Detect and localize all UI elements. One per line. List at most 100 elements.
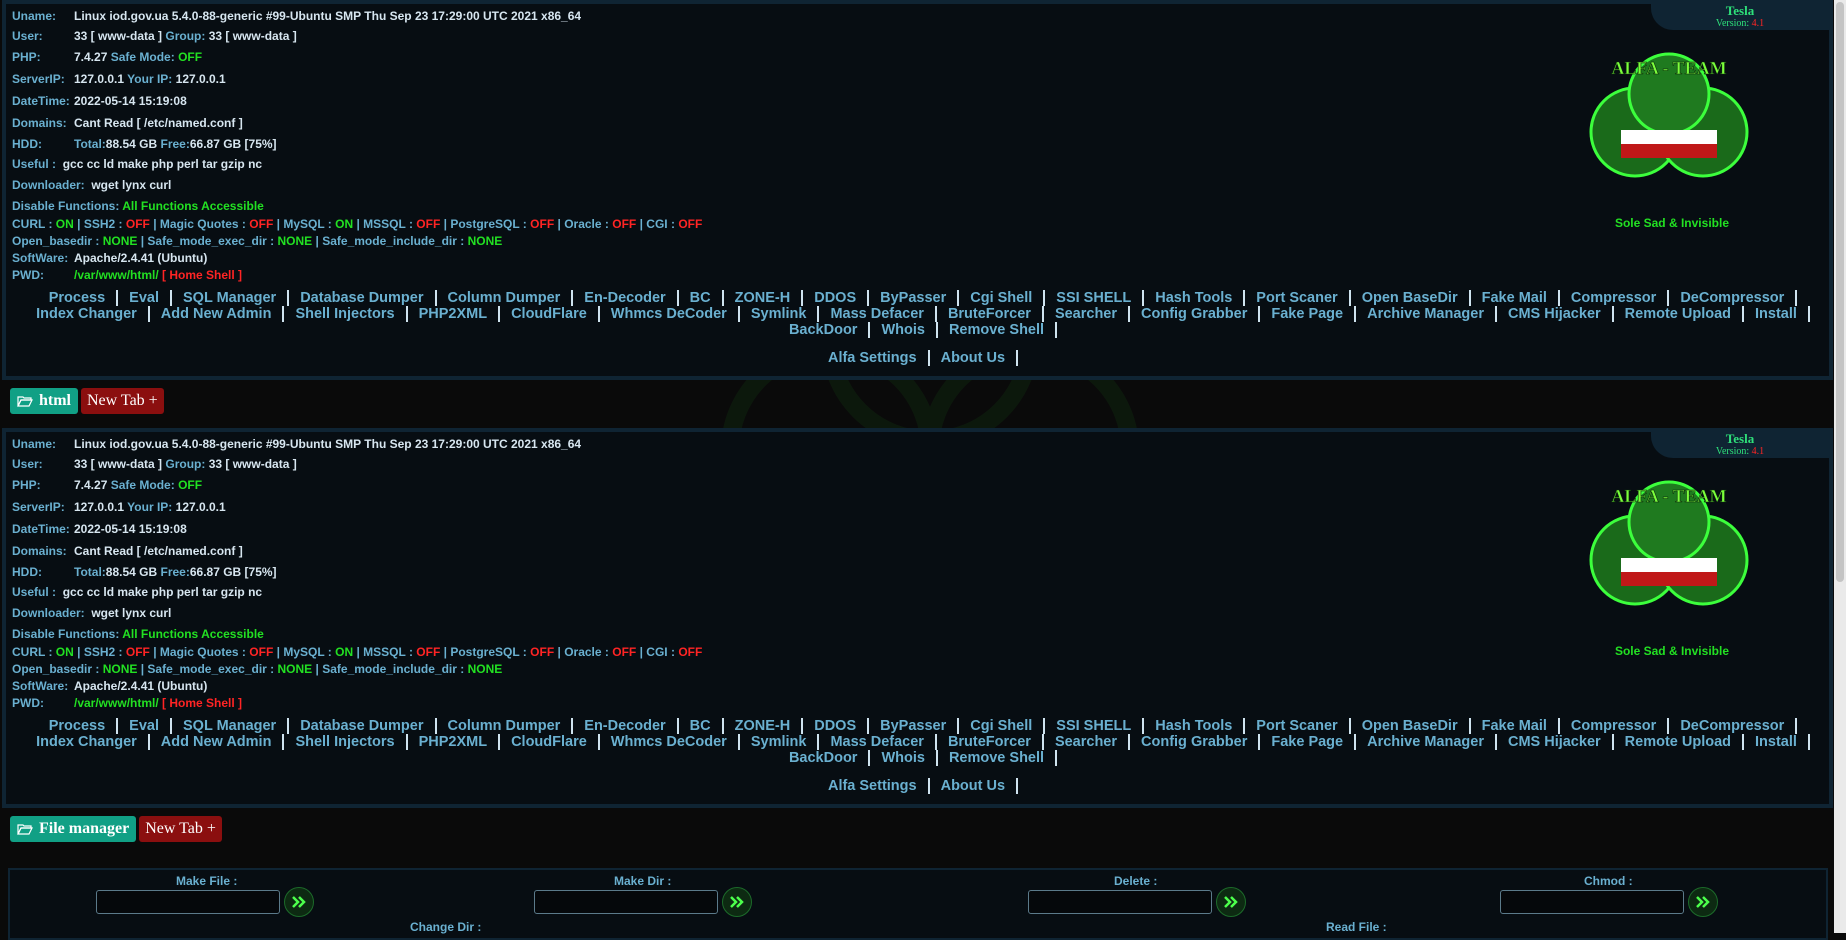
menu-item-install[interactable]: Install [1744, 734, 1810, 750]
version-label: Version: [1715, 18, 1750, 29]
menu-item-mass-defacer[interactable]: Mass Defacer [819, 306, 937, 322]
menu-item-remove-shell[interactable]: Remove Shell [938, 322, 1058, 338]
menu-item-index-changer[interactable]: Index Changer [25, 734, 150, 750]
menu-item-bruteforcer[interactable]: BruteForcer [937, 306, 1044, 322]
home-shell-link[interactable]: [ Home Shell ] [162, 696, 242, 710]
menu-item-mass-defacer[interactable]: Mass Defacer [819, 734, 937, 750]
menu-item-add-new-admin[interactable]: Add New Admin [150, 306, 285, 322]
menu-item-compressor[interactable]: Compressor [1560, 718, 1670, 734]
menu-item-zone-h[interactable]: ZONE-H [724, 290, 804, 306]
menu-item-whmcs-decoder[interactable]: Whmcs DeCoder [600, 734, 740, 750]
menu-item-searcher[interactable]: Searcher [1044, 306, 1131, 322]
menu-item-index-changer[interactable]: Index Changer [25, 306, 150, 322]
home-shell-link[interactable]: [ Home Shell ] [162, 268, 242, 282]
menu-item-about-us[interactable]: About Us [930, 350, 1019, 366]
menu-item-en-decoder[interactable]: En-Decoder [573, 290, 679, 306]
menu-item-symlink[interactable]: Symlink [740, 306, 820, 322]
chmod-go-button[interactable] [1688, 887, 1718, 917]
menu-item-database-dumper[interactable]: Database Dumper [289, 290, 437, 306]
menu-item-add-new-admin[interactable]: Add New Admin [150, 734, 285, 750]
menu-item-port-scaner[interactable]: Port Scaner [1245, 718, 1351, 734]
menu-item-hash-tools[interactable]: Hash Tools [1144, 290, 1246, 306]
make-file-go-button[interactable] [284, 887, 314, 917]
make-dir-go-button[interactable] [722, 887, 752, 917]
menu-item-cgi-shell[interactable]: Cgi Shell [959, 718, 1046, 734]
menu-item-compressor[interactable]: Compressor [1560, 290, 1670, 306]
menu-item-fake-page[interactable]: Fake Page [1260, 734, 1357, 750]
page-scrollbar[interactable] [1834, 0, 1846, 933]
tab-html[interactable]: html [10, 388, 78, 414]
make-dir-input[interactable] [534, 890, 718, 914]
menu-item-port-scaner[interactable]: Port Scaner [1245, 290, 1351, 306]
menu-item-column-dumper[interactable]: Column Dumper [437, 290, 574, 306]
menu-item-php2xml[interactable]: PHP2XML [408, 306, 501, 322]
menu-item-ssi-shell[interactable]: SSI SHELL [1045, 290, 1145, 306]
menu-item-open-basedir[interactable]: Open BaseDir [1351, 290, 1471, 306]
menu-item-whois[interactable]: Whois [870, 322, 938, 338]
tab-file-manager[interactable]: File manager [10, 816, 137, 842]
menu-item-ssi-shell[interactable]: SSI SHELL [1045, 718, 1145, 734]
pwd-path-link[interactable]: /var/www/html/ [74, 696, 159, 710]
menu-item-config-grabber[interactable]: Config Grabber [1130, 734, 1261, 750]
menu-item-database-dumper[interactable]: Database Dumper [289, 718, 437, 734]
menu-item-bypasser[interactable]: ByPasser [869, 290, 960, 306]
menu-item-shell-injectors[interactable]: Shell Injectors [284, 306, 408, 322]
new-tab-button[interactable]: New Tab + [81, 388, 164, 414]
menu-item-shell-injectors[interactable]: Shell Injectors [284, 734, 408, 750]
menu-item-decompressor[interactable]: DeCompressor [1669, 718, 1798, 734]
menu-item-cms-hijacker[interactable]: CMS Hijacker [1497, 734, 1614, 750]
menu-item-cloudflare[interactable]: CloudFlare [500, 306, 600, 322]
scrollbar-thumb[interactable] [1836, 2, 1844, 582]
menu-item-about-us[interactable]: About Us [930, 778, 1019, 794]
menu-item-fake-mail[interactable]: Fake Mail [1471, 718, 1560, 734]
menu-item-remove-shell[interactable]: Remove Shell [938, 750, 1058, 766]
menu-item-sql-manager[interactable]: SQL Manager [172, 290, 290, 306]
make-file-input[interactable] [96, 890, 280, 914]
menu-item-remote-upload[interactable]: Remote Upload [1614, 306, 1744, 322]
separator: | [153, 645, 157, 659]
menu-item-bypasser[interactable]: ByPasser [869, 718, 960, 734]
menu-item-alfa-settings[interactable]: Alfa Settings [817, 350, 930, 366]
menu-item-archive-manager[interactable]: Archive Manager [1356, 306, 1497, 322]
menu-item-cloudflare[interactable]: CloudFlare [500, 734, 600, 750]
menu-item-searcher[interactable]: Searcher [1044, 734, 1131, 750]
menu-item-bruteforcer[interactable]: BruteForcer [937, 734, 1044, 750]
pwd-path-link[interactable]: /var/www/html/ [74, 268, 159, 282]
menu-item-open-basedir[interactable]: Open BaseDir [1351, 718, 1471, 734]
pwd-label: PWD: [12, 696, 44, 710]
menu-item-sql-manager[interactable]: SQL Manager [172, 718, 290, 734]
menu-item-fake-page[interactable]: Fake Page [1260, 306, 1357, 322]
menu-item-fake-mail[interactable]: Fake Mail [1471, 290, 1560, 306]
menu-item-column-dumper[interactable]: Column Dumper [437, 718, 574, 734]
menu-item-archive-manager[interactable]: Archive Manager [1356, 734, 1497, 750]
menu-item-ddos[interactable]: DDOS [803, 290, 870, 306]
menu-item-process[interactable]: Process [38, 718, 119, 734]
new-tab-button[interactable]: New Tab + [139, 816, 222, 842]
menu-item-backdoor[interactable]: BackDoor [778, 750, 871, 766]
menu-item-cms-hijacker[interactable]: CMS Hijacker [1497, 306, 1614, 322]
separator: | [557, 217, 561, 231]
menu-item-bc[interactable]: BC [679, 290, 724, 306]
chmod-input[interactable] [1500, 890, 1684, 914]
menu-item-config-grabber[interactable]: Config Grabber [1130, 306, 1261, 322]
menu-item-eval[interactable]: Eval [118, 718, 172, 734]
menu-item-alfa-settings[interactable]: Alfa Settings [817, 778, 930, 794]
menu-item-eval[interactable]: Eval [118, 290, 172, 306]
delete-go-button[interactable] [1216, 887, 1246, 917]
menu-item-process[interactable]: Process [38, 290, 119, 306]
menu-item-decompressor[interactable]: DeCompressor [1669, 290, 1798, 306]
menu-item-backdoor[interactable]: BackDoor [778, 322, 871, 338]
menu-item-hash-tools[interactable]: Hash Tools [1144, 718, 1246, 734]
menu-item-whmcs-decoder[interactable]: Whmcs DeCoder [600, 306, 740, 322]
menu-item-symlink[interactable]: Symlink [740, 734, 820, 750]
menu-item-cgi-shell[interactable]: Cgi Shell [959, 290, 1046, 306]
menu-item-en-decoder[interactable]: En-Decoder [573, 718, 679, 734]
menu-item-php2xml[interactable]: PHP2XML [408, 734, 501, 750]
menu-item-bc[interactable]: BC [679, 718, 724, 734]
delete-input[interactable] [1028, 890, 1212, 914]
menu-item-ddos[interactable]: DDOS [803, 718, 870, 734]
menu-item-whois[interactable]: Whois [870, 750, 938, 766]
menu-item-zone-h[interactable]: ZONE-H [724, 718, 804, 734]
menu-item-install[interactable]: Install [1744, 306, 1810, 322]
menu-item-remote-upload[interactable]: Remote Upload [1614, 734, 1744, 750]
